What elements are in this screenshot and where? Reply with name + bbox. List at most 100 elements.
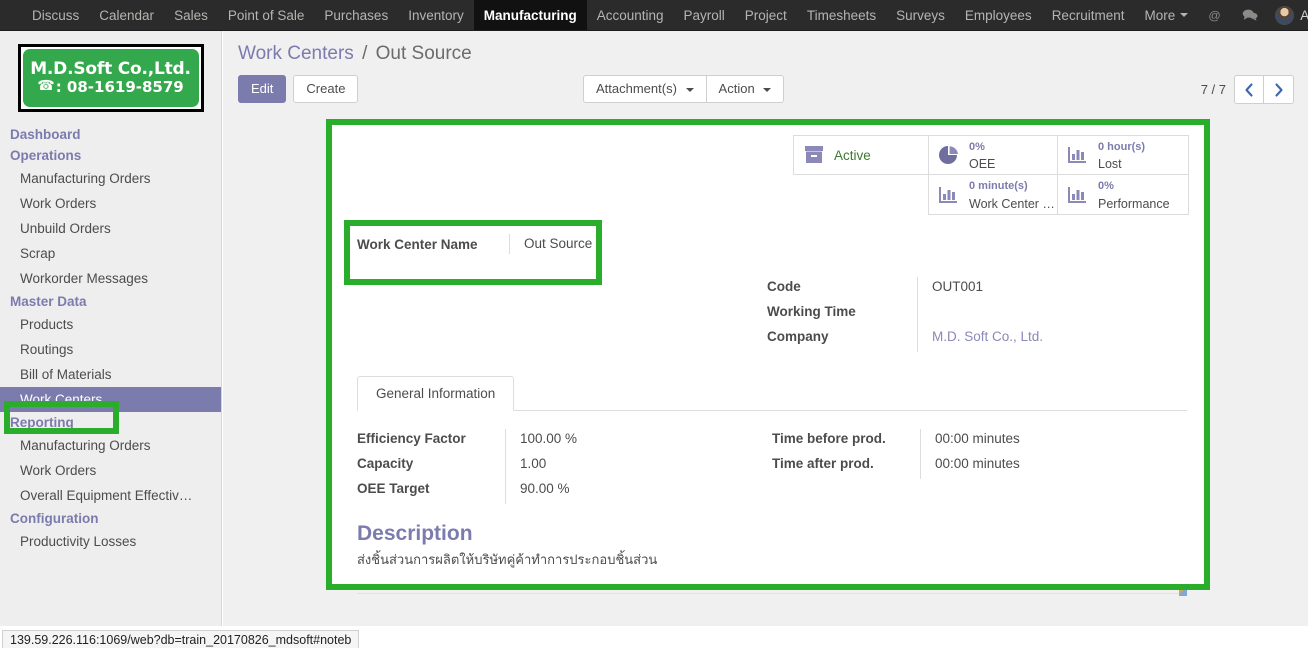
time-after-prod-value[interactable]: 00:00 minutes — [921, 454, 1020, 473]
sheet-action-buttons: Attachment(s) Action — [583, 75, 785, 103]
stat-oee-label: OEE — [969, 157, 996, 171]
sidebar-item-products[interactable]: Products — [0, 312, 221, 337]
capacity-label: Capacity — [357, 456, 414, 471]
stat-work-center-label: Work Center … — [969, 196, 1055, 211]
stat-lost-label: Lost — [1098, 157, 1122, 171]
efficiency-factor-value[interactable]: 100.00 % — [506, 429, 577, 448]
description-title: Description — [357, 522, 473, 545]
chat-bubble-icon[interactable] — [1233, 8, 1267, 22]
breadcrumb-current: Out Source — [375, 43, 472, 64]
stat-button-work-center-productivity[interactable]: 0 minute(s) Work Center … — [928, 175, 1058, 215]
nav-item-sales[interactable]: Sales — [164, 0, 218, 30]
notebook-tabs: General Information — [357, 376, 1187, 411]
nav-item-inventory[interactable]: Inventory — [398, 0, 474, 30]
company-value[interactable]: M.D. Soft Co., Ltd. — [918, 327, 1043, 346]
resize-handle-icon[interactable] — [1179, 588, 1187, 596]
content-area: Work Centers / Out Source Edit Create At… — [223, 31, 1308, 637]
sidebar-item-productivity-losses[interactable]: Productivity Losses — [0, 529, 221, 554]
oee-target-value[interactable]: 90.00 % — [506, 479, 570, 498]
logo-company-name: M.D.Soft Co.,Ltd. — [30, 58, 191, 79]
pager-previous-button[interactable] — [1234, 75, 1264, 104]
nav-item-calendar[interactable]: Calendar — [89, 0, 164, 30]
capacity-value[interactable]: 1.00 — [506, 454, 546, 473]
avatar — [1275, 5, 1295, 25]
nav-item-payroll[interactable]: Payroll — [674, 0, 735, 30]
action-dropdown-button[interactable]: Action — [706, 75, 785, 103]
work-center-name-label: Work Center Name — [357, 236, 478, 252]
create-button[interactable]: Create — [293, 75, 359, 103]
nav-item-manufacturing[interactable]: Manufacturing — [473, 0, 587, 30]
stat-button-performance[interactable]: 0% Performance — [1058, 175, 1189, 215]
stat-button-oee[interactable]: 0% OEE — [928, 135, 1058, 175]
work-center-name-value[interactable]: Out Source — [509, 234, 592, 254]
sidebar-item-work-centers[interactable]: Work Centers — [0, 387, 221, 412]
sidebar-item-workorder-messages[interactable]: Workorder Messages — [0, 266, 221, 291]
description-divider — [357, 588, 1187, 596]
nav-item-point-of-sale[interactable]: Point of Sale — [218, 0, 315, 30]
description-text[interactable]: ส่งชิ้นส่วนการผลิตให้บริษัทคู่ค้าทำการปร… — [357, 551, 1187, 571]
sidebar-item-overall-equipment-effectiveness[interactable]: Overall Equipment Effectiv… — [0, 483, 221, 508]
sidebar-section-master-data[interactable]: Master Data — [0, 291, 221, 312]
stat-work-center-value: 0 minute(s) — [969, 180, 1028, 193]
code-value[interactable]: OUT001 — [918, 277, 983, 296]
sidebar-item-bill-of-materials[interactable]: Bill of Materials — [0, 362, 221, 387]
nav-label: More — [1144, 7, 1176, 23]
stat-button-lost[interactable]: 0 hour(s) Lost — [1058, 135, 1189, 175]
nav-label: Recruitment — [1051, 7, 1125, 23]
edit-button[interactable]: Edit — [238, 75, 287, 103]
field-row-capacity: Capacity 1.00 — [357, 454, 772, 479]
working-time-label: Working Time — [767, 304, 856, 319]
stat-lost-value: 0 hour(s) — [1098, 140, 1146, 153]
sidebar-section-operations[interactable]: Operations — [0, 145, 221, 166]
nav-label: Surveys — [896, 7, 945, 23]
chevron-down-icon — [763, 87, 772, 92]
bar-chart-icon — [937, 184, 961, 206]
sidebar: M.D.Soft Co.,Ltd. ☎ : 08-1619-8579 Dashb… — [0, 31, 222, 626]
notebook-page-general-information: Efficiency Factor 100.00 % Capacity 1.00… — [357, 411, 1187, 504]
nav-item-employees[interactable]: Employees — [955, 0, 1042, 30]
sidebar-item-manufacturing-orders[interactable]: Manufacturing Orders — [0, 166, 221, 191]
form-sheet: Active 0% OEE 0 hour(s) Lost 0 minute(s)… — [326, 121, 1208, 596]
nav-item-timesheets[interactable]: Timesheets — [797, 0, 886, 30]
nav-label: Payroll — [683, 7, 725, 23]
user-menu[interactable]: Administrator — [1269, 5, 1308, 25]
pager-next-button[interactable] — [1264, 75, 1294, 104]
sidebar-section-dashboard[interactable]: Dashboard — [0, 124, 221, 145]
sidebar-item-routings[interactable]: Routings — [0, 337, 221, 362]
nav-label: Project — [744, 7, 787, 23]
sidebar-item-reporting-work-orders[interactable]: Work Orders — [0, 458, 221, 483]
stat-button-active[interactable]: Active — [793, 135, 928, 175]
bar-chart-icon — [1066, 144, 1090, 166]
company-label: Company — [767, 329, 829, 344]
nav-item-accounting[interactable]: Accounting — [587, 0, 674, 30]
attachments-dropdown-button[interactable]: Attachment(s) — [583, 75, 707, 103]
field-row-time-before-prod: Time before prod. 00:00 minutes — [772, 429, 1187, 454]
sidebar-section-reporting[interactable]: Reporting — [0, 412, 221, 433]
nav-item-discuss[interactable]: Discuss — [22, 0, 89, 30]
work-center-name-field: Work Center Name Out Source — [357, 234, 592, 254]
notebook: General Information Efficiency Factor 10… — [357, 376, 1187, 504]
sidebar-section-configuration[interactable]: Configuration — [0, 508, 221, 529]
mention-icon[interactable]: @ — [1198, 8, 1231, 23]
field-row-working-time: Working Time — [767, 302, 1187, 327]
field-divider — [917, 302, 918, 327]
navbar-app-list: Discuss Calendar Sales Point of Sale Pur… — [0, 0, 1198, 30]
nav-item-more[interactable]: More — [1134, 0, 1198, 30]
stat-performance-label: Performance — [1098, 196, 1170, 211]
sidebar-item-scrap[interactable]: Scrap — [0, 241, 221, 266]
nav-item-project[interactable]: Project — [735, 0, 797, 30]
sidebar-item-reporting-manufacturing-orders[interactable]: Manufacturing Orders — [0, 433, 221, 458]
svg-text:@: @ — [1209, 8, 1221, 22]
nav-item-recruitment[interactable]: Recruitment — [1042, 0, 1135, 30]
tab-general-information[interactable]: General Information — [357, 376, 515, 411]
nav-item-purchases[interactable]: Purchases — [314, 0, 398, 30]
status-url: 139.59.226.116:1069/web?db=train_2017082… — [10, 632, 352, 647]
sidebar-item-unbuild-orders[interactable]: Unbuild Orders — [0, 216, 221, 241]
header-right-fields: Code OUT001 Working Time Company M.D. So… — [767, 277, 1187, 352]
nav-item-surveys[interactable]: Surveys — [886, 0, 955, 30]
record-pager: 7 / 7 — [1201, 75, 1294, 104]
sidebar-item-work-orders[interactable]: Work Orders — [0, 191, 221, 216]
time-before-prod-value[interactable]: 00:00 minutes — [921, 429, 1020, 448]
breadcrumb-parent-link[interactable]: Work Centers — [238, 43, 354, 64]
breadcrumb: Work Centers / Out Source — [223, 31, 1308, 67]
